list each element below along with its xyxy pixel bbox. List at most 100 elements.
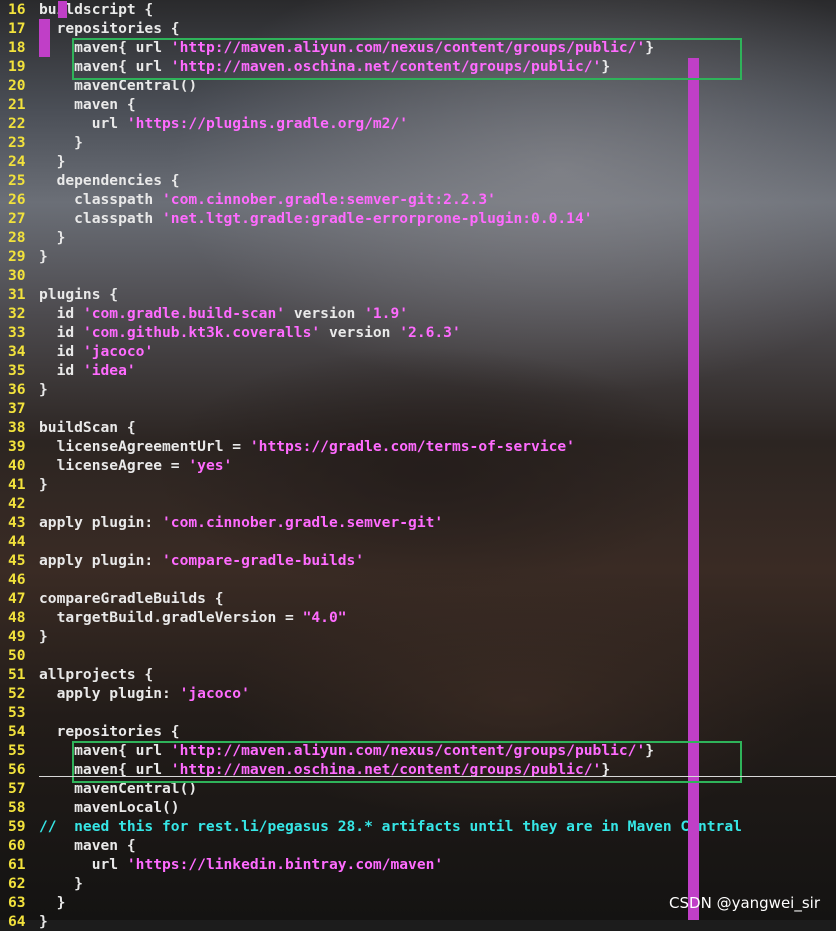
line-text: id 'jacoco' xyxy=(39,343,154,360)
line-number: 26 xyxy=(8,191,26,208)
line-number: 54 xyxy=(8,723,26,740)
line-number: 48 xyxy=(8,609,26,626)
code-line[interactable]: 17 repositories { xyxy=(0,19,836,38)
line-text: url 'https://plugins.gradle.org/m2/' xyxy=(39,115,409,132)
cursorline-underline xyxy=(39,776,836,777)
line-number: 51 xyxy=(8,666,26,683)
code-line[interactable]: 46 xyxy=(0,570,836,589)
text-cursor xyxy=(58,1,67,18)
code-line[interactable]: 39 licenseAgreementUrl = 'https://gradle… xyxy=(0,437,836,456)
line-number: 34 xyxy=(8,343,26,360)
line-number: 56 xyxy=(8,761,26,778)
code-line[interactable]: 64} xyxy=(0,912,836,931)
code-line[interactable]: 59 // need this for rest.li/pegasus 28.* … xyxy=(0,817,836,836)
line-number: 61 xyxy=(8,856,26,873)
code-line[interactable]: 60 maven { xyxy=(0,836,836,855)
code-line[interactable]: 31 plugins { xyxy=(0,285,836,304)
code-line[interactable]: 28 } xyxy=(0,228,836,247)
line-text: repositories { xyxy=(39,20,180,37)
line-text: compareGradleBuilds { xyxy=(39,590,224,607)
code-line[interactable]: 29} xyxy=(0,247,836,266)
line-text: } xyxy=(39,134,83,151)
code-line[interactable]: 40 licenseAgree = 'yes' xyxy=(0,456,836,475)
code-line[interactable]: 48 targetBuild.gradleVersion = "4.0" xyxy=(0,608,836,627)
line-text: apply plugin: 'com.cinnober.gradle.semve… xyxy=(39,514,444,531)
code-line[interactable]: 32 id 'com.gradle.build-scan' version '1… xyxy=(0,304,836,323)
line-text: } xyxy=(39,894,66,911)
code-line[interactable]: 50 xyxy=(0,646,836,665)
code-line[interactable]: 35 id 'idea' xyxy=(0,361,836,380)
code-line[interactable]: 47 compareGradleBuilds { xyxy=(0,589,836,608)
line-number: 29 xyxy=(8,248,26,265)
code-line[interactable]: 33 id 'com.github.kt3k.coveralls' versio… xyxy=(0,323,836,342)
line-text: // need this for rest.li/pegasus 28.* ar… xyxy=(39,818,742,835)
code-line[interactable]: 45 apply plugin: 'compare-gradle-builds' xyxy=(0,551,836,570)
line-number: 17 xyxy=(8,20,26,37)
line-number: 57 xyxy=(8,780,26,797)
line-number: 59 xyxy=(8,818,26,835)
line-text: allprojects { xyxy=(39,666,154,683)
line-text: id 'com.github.kt3k.coveralls' version '… xyxy=(39,324,461,341)
code-line[interactable]: 54 repositories { xyxy=(0,722,836,741)
line-number: 28 xyxy=(8,229,26,246)
line-number: 33 xyxy=(8,324,26,341)
line-text: apply plugin: 'compare-gradle-builds' xyxy=(39,552,365,569)
line-number: 36 xyxy=(8,381,26,398)
line-number: 52 xyxy=(8,685,26,702)
line-text: dependencies { xyxy=(39,172,180,189)
code-line[interactable]: 44 xyxy=(0,532,836,551)
code-line[interactable]: 51 allprojects { xyxy=(0,665,836,684)
highlight-box-buildscript-repos xyxy=(72,38,742,80)
line-number: 63 xyxy=(8,894,26,911)
watermark: CSDN @yangwei_sir xyxy=(669,894,820,912)
line-text: maven { xyxy=(39,837,136,854)
code-line[interactable]: 36} xyxy=(0,380,836,399)
line-text: } xyxy=(39,229,66,246)
code-line[interactable]: 21 maven { xyxy=(0,95,836,114)
line-number: 35 xyxy=(8,362,26,379)
code-line[interactable]: 49} xyxy=(0,627,836,646)
line-text: } xyxy=(39,913,48,930)
line-number: 31 xyxy=(8,286,26,303)
line-number: 30 xyxy=(8,267,26,284)
code-line[interactable]: 53 xyxy=(0,703,836,722)
line-number: 60 xyxy=(8,837,26,854)
line-number: 46 xyxy=(8,571,26,588)
line-text: id 'com.gradle.build-scan' version '1.9' xyxy=(39,305,409,322)
line-number: 49 xyxy=(8,628,26,645)
line-number: 43 xyxy=(8,514,26,531)
line-number: 18 xyxy=(8,39,26,56)
line-number: 45 xyxy=(8,552,26,569)
code-line[interactable]: 41} xyxy=(0,475,836,494)
sign-column-marker xyxy=(39,19,50,57)
line-text: } xyxy=(39,381,48,398)
line-text: repositories { xyxy=(39,723,180,740)
code-line[interactable]: 30 xyxy=(0,266,836,285)
code-line[interactable]: 37 xyxy=(0,399,836,418)
line-number: 41 xyxy=(8,476,26,493)
code-line[interactable]: 43 apply plugin: 'com.cinnober.gradle.sem… xyxy=(0,513,836,532)
line-number: 32 xyxy=(8,305,26,322)
line-number: 42 xyxy=(8,495,26,512)
code-line[interactable]: 42 xyxy=(0,494,836,513)
code-line[interactable]: 22 url 'https://plugins.gradle.org/m2/' xyxy=(0,114,836,133)
code-line[interactable]: 24 } xyxy=(0,152,836,171)
line-text: } xyxy=(39,476,48,493)
code-line[interactable]: 61 url 'https://linkedin.bintray.com/mav… xyxy=(0,855,836,874)
code-line[interactable]: 23 } xyxy=(0,133,836,152)
code-line[interactable]: 58 mavenLocal() xyxy=(0,798,836,817)
code-line[interactable]: 26 classpath 'com.cinnober.gradle:semver… xyxy=(0,190,836,209)
line-number: 20 xyxy=(8,77,26,94)
code-line[interactable]: 27 classpath 'net.ltgt.gradle:gradle-err… xyxy=(0,209,836,228)
code-line[interactable]: 25 dependencies { xyxy=(0,171,836,190)
line-number: 38 xyxy=(8,419,26,436)
code-line[interactable]: 62 } xyxy=(0,874,836,893)
code-line[interactable]: 16 buildscript { xyxy=(0,0,836,19)
line-number: 62 xyxy=(8,875,26,892)
colorcolumn-bar xyxy=(688,58,699,920)
line-number: 19 xyxy=(8,58,26,75)
code-line[interactable]: 38 buildScan { xyxy=(0,418,836,437)
code-line[interactable]: 34 id 'jacoco' xyxy=(0,342,836,361)
code-line[interactable]: 52 apply plugin: 'jacoco' xyxy=(0,684,836,703)
line-number: 39 xyxy=(8,438,26,455)
